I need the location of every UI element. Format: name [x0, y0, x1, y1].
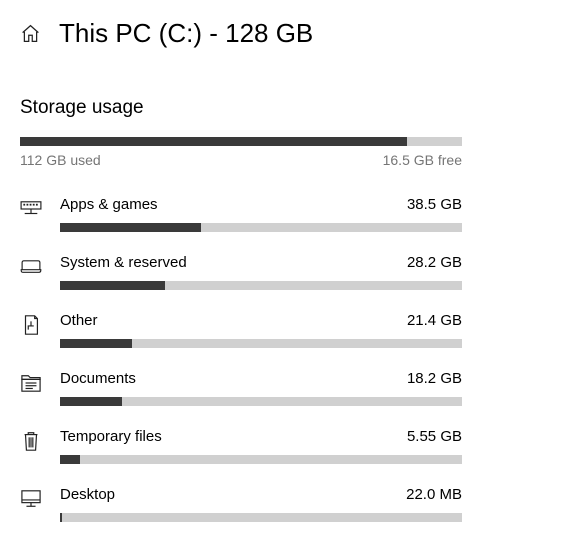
category-name: Other	[60, 312, 98, 329]
category-name: System & reserved	[60, 254, 187, 271]
category-size: 18.2 GB	[407, 370, 462, 387]
category-bar	[60, 513, 462, 522]
category-size: 28.2 GB	[407, 254, 462, 271]
category-bar-fill	[60, 513, 62, 522]
overall-usage-bar	[20, 137, 462, 146]
trash-icon	[20, 430, 42, 452]
overall-free-label: 16.5 GB free	[383, 152, 462, 168]
category-row-apps[interactable]: Apps & games 38.5 GB	[20, 196, 559, 232]
category-bar-fill	[60, 339, 132, 348]
category-row-documents[interactable]: Documents 18.2 GB	[20, 370, 559, 406]
home-icon[interactable]	[20, 23, 41, 44]
category-bar-fill	[60, 223, 201, 232]
category-bar-fill	[60, 397, 122, 406]
category-bar	[60, 223, 462, 232]
other-icon	[20, 314, 42, 336]
documents-icon	[20, 372, 42, 394]
category-bar	[60, 397, 462, 406]
category-bar-fill	[60, 281, 165, 290]
apps-icon	[20, 198, 42, 220]
category-bar	[60, 281, 462, 290]
system-icon	[20, 256, 42, 278]
category-name: Documents	[60, 370, 136, 387]
category-row-trash[interactable]: Temporary files 5.55 GB	[20, 428, 559, 464]
category-size: 21.4 GB	[407, 312, 462, 329]
category-size: 5.55 GB	[407, 428, 462, 445]
desktop-icon	[20, 488, 42, 510]
category-name: Apps & games	[60, 196, 158, 213]
page-title: This PC (C:) - 128 GB	[59, 18, 313, 49]
category-bar	[60, 339, 462, 348]
section-heading: Storage usage	[20, 97, 559, 119]
overall-usage-labels: 112 GB used 16.5 GB free	[20, 152, 462, 168]
category-size: 38.5 GB	[407, 196, 462, 213]
overall-usage-fill	[20, 137, 407, 146]
category-bar-fill	[60, 455, 80, 464]
overall-used-label: 112 GB used	[20, 152, 101, 168]
category-size: 22.0 MB	[406, 486, 462, 503]
category-name: Temporary files	[60, 428, 162, 445]
category-name: Desktop	[60, 486, 115, 503]
category-row-desktop[interactable]: Desktop 22.0 MB	[20, 486, 559, 522]
category-row-other[interactable]: Other 21.4 GB	[20, 312, 559, 348]
category-row-system[interactable]: System & reserved 28.2 GB	[20, 254, 559, 290]
category-bar	[60, 455, 462, 464]
